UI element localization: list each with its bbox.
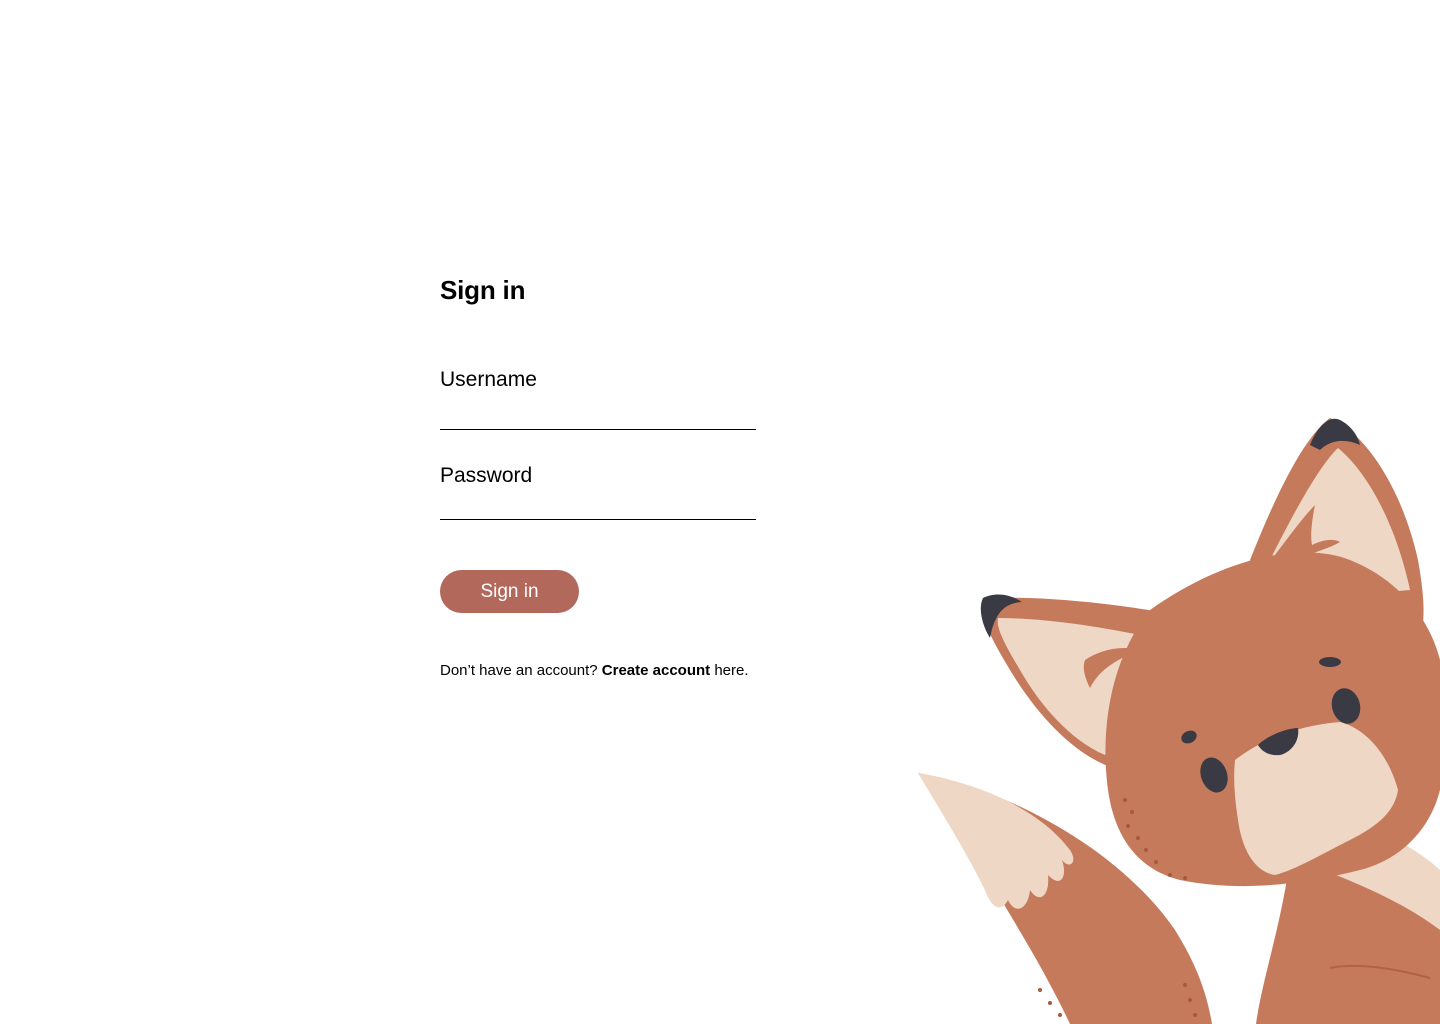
page-title: Sign in <box>440 275 526 305</box>
signup-suffix: here. <box>714 662 749 679</box>
password-field: Password <box>440 462 756 520</box>
create-account-link[interactable]: Create account <box>602 662 710 679</box>
sign-in-button[interactable]: Sign in <box>440 570 579 613</box>
password-label: Password <box>440 464 533 487</box>
fox-illustration-icon <box>918 418 1440 1024</box>
username-label: Username <box>440 368 537 391</box>
sign-in-form: Sign in Username Password Sign in Don’t … <box>440 270 780 681</box>
username-input[interactable] <box>440 394 756 430</box>
username-field: Username <box>440 366 756 430</box>
sign-in-page: Sign in Username Password Sign in Don’t … <box>0 0 1440 1024</box>
password-input[interactable] <box>440 490 756 520</box>
signup-prompt: Don’t have an account? Create account he… <box>440 661 780 681</box>
signup-prefix: Don’t have an account? <box>440 662 598 679</box>
